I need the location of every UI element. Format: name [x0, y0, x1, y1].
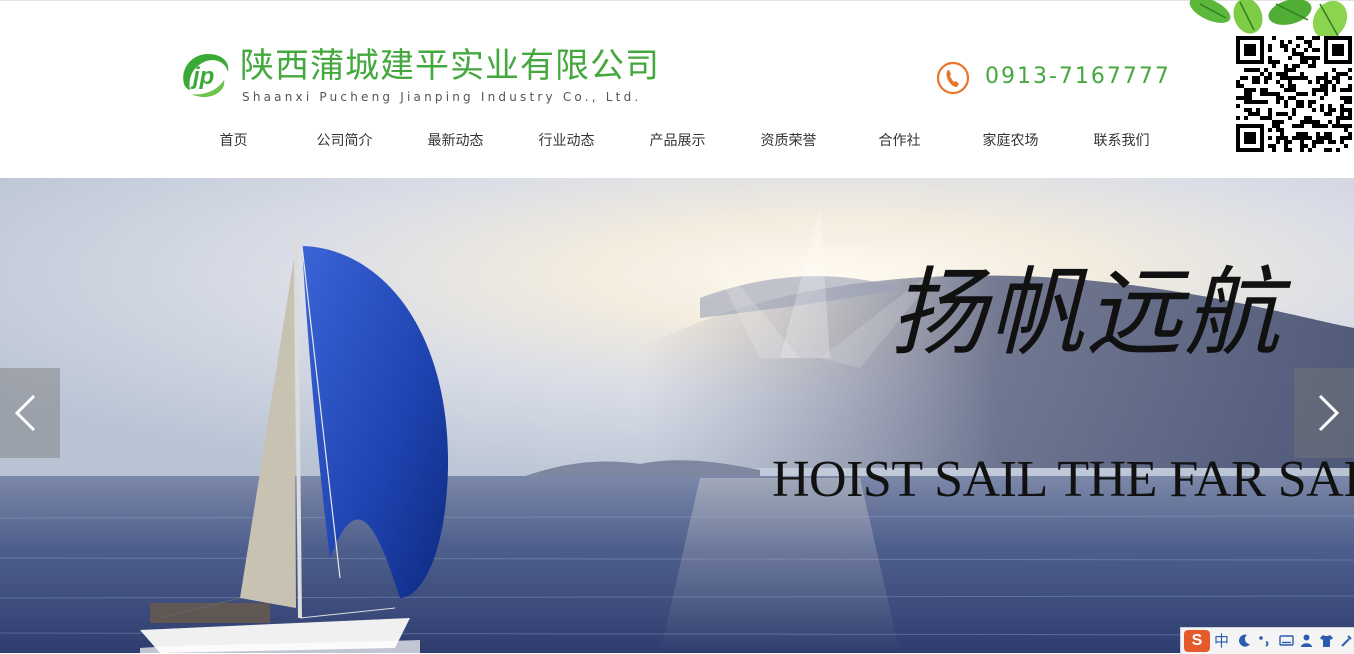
company-name-cn: 陕西蒲城建平实业有限公司	[240, 46, 660, 86]
company-name-en: Shaanxi Pucheng Jianping Industry Co., L…	[242, 90, 642, 104]
ime-toolbar[interactable]: S 中	[1180, 627, 1354, 654]
nav-item-cooperative[interactable]: 合作社	[844, 128, 955, 154]
nav-item-home[interactable]: 首页	[178, 128, 289, 154]
nav-item-about[interactable]: 公司简介	[289, 128, 400, 154]
banner-image	[0, 178, 1354, 653]
ime-logo[interactable]: S	[1184, 630, 1210, 652]
arrow-left-icon	[14, 394, 36, 432]
nav-item-industry-news[interactable]: 行业动态	[511, 128, 622, 154]
nav-item-contact[interactable]: 联系我们	[1066, 128, 1177, 154]
slogan-cn: 扬帆远航	[890, 257, 1282, 369]
user-icon[interactable]	[1299, 633, 1314, 648]
nav-item-family-farm[interactable]: 家庭农场	[955, 128, 1066, 154]
svg-text:jp: jp	[190, 63, 214, 90]
phone-icon	[936, 61, 970, 95]
banner-next-button[interactable]	[1294, 368, 1354, 458]
keyboard-icon[interactable]	[1279, 633, 1294, 648]
slogan-en: HOIST SAIL THE FAR SAIL	[772, 451, 1354, 508]
nav-item-news[interactable]: 最新动态	[400, 128, 511, 154]
skin-shirt-icon[interactable]	[1319, 633, 1334, 648]
punctuation-icon[interactable]	[1257, 633, 1272, 648]
arrow-right-icon	[1318, 394, 1340, 432]
nav-item-honors[interactable]: 资质荣誉	[733, 128, 844, 154]
banner-prev-button[interactable]	[0, 368, 60, 458]
top-border	[0, 0, 1354, 1]
moon-icon[interactable]	[1237, 633, 1252, 648]
tools-icon[interactable]	[1339, 633, 1354, 648]
hero-banner[interactable]: 扬帆远航 HOIST SAIL THE FAR SAIL	[0, 178, 1354, 653]
nav-item-products[interactable]: 产品展示	[622, 128, 733, 154]
phone-number: 0913-7167777	[985, 64, 1171, 89]
qr-code	[1236, 36, 1352, 152]
logo-jp-icon[interactable]: jp	[178, 50, 232, 98]
ime-language-toggle[interactable]: 中	[1214, 630, 1229, 652]
